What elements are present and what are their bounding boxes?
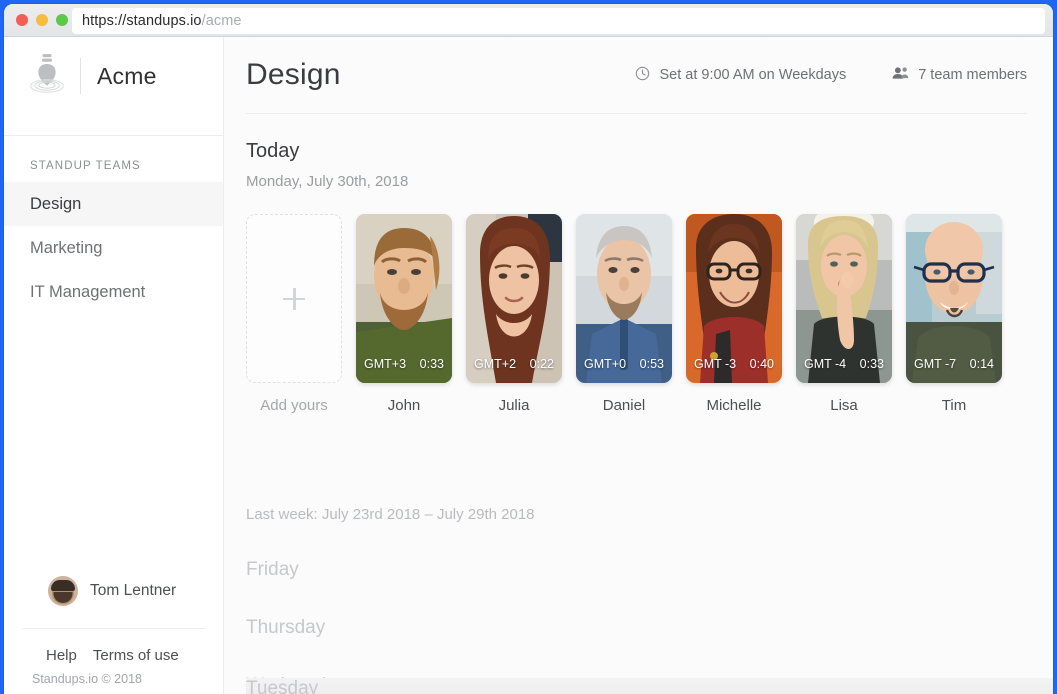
- standup-entry-john: GMT+3 0:33 John: [356, 214, 452, 414]
- standup-tiles: Add yours GMT+3 0:33 John GMT+2 0:22 Jul…: [246, 190, 1053, 414]
- sidebar-item-label: Marketing: [30, 238, 103, 257]
- timezone-label: GMT+0: [584, 357, 627, 371]
- team-members-info[interactable]: 7 team members: [892, 66, 1027, 84]
- clock-icon: [635, 66, 650, 85]
- maximize-window-button[interactable]: [56, 14, 68, 26]
- entry-name: Tim: [941, 397, 967, 414]
- team-members-label: 7 team members: [918, 67, 1027, 83]
- minimize-window-button[interactable]: [36, 14, 48, 26]
- standup-entry-daniel: GMT+0 0:53 Daniel: [576, 214, 672, 414]
- video-thumbnail[interactable]: GMT -4 0:33: [796, 214, 892, 383]
- schedule-info[interactable]: Set at 9:00 AM on Weekdays: [635, 66, 846, 85]
- video-thumbnail[interactable]: GMT -7 0:14: [906, 214, 1002, 383]
- sidebar-footer: Tom Lentner Help Terms of use Standups.i…: [4, 576, 223, 694]
- url-host: https://standups.io: [82, 13, 202, 29]
- last-week-label: Last week: July 23rd 2018 – July 29th 20…: [246, 506, 535, 523]
- duration-label: 0:33: [419, 357, 444, 371]
- video-overlay: GMT -3 0:40: [686, 349, 782, 383]
- duration-label: 0:33: [859, 357, 884, 371]
- sidebar-item-label: Design: [30, 194, 82, 213]
- current-user-name: Tom Lentner: [90, 582, 177, 599]
- day-row-friday[interactable]: Friday: [246, 523, 1053, 581]
- timezone-label: GMT -3: [694, 357, 737, 371]
- standups-ripple-logo-icon: [28, 52, 66, 101]
- browser-window: https://standups.io/acme Acme STANDUP TE…: [4, 4, 1053, 694]
- duration-label: 0:22: [529, 357, 554, 371]
- duration-label: 0:53: [639, 357, 664, 371]
- sidebar-section-heading: STANDUP TEAMS: [30, 160, 141, 172]
- video-overlay: GMT+0 0:53: [576, 349, 672, 383]
- video-overlay: GMT+2 0:22: [466, 349, 562, 383]
- page-header: Design Set at 9:00 AM on Weekdays 7 team…: [246, 37, 1053, 113]
- url-path: /acme: [201, 13, 242, 29]
- day-row-tuesday-partial[interactable]: Tuesday: [246, 678, 1053, 694]
- video-thumbnail[interactable]: GMT -3 0:40: [686, 214, 782, 383]
- footer-links: Help Terms of use: [4, 629, 223, 672]
- add-yours-button[interactable]: [246, 214, 342, 383]
- main-content: Design Set at 9:00 AM on Weekdays 7 team…: [224, 37, 1053, 694]
- people-icon: [892, 66, 909, 84]
- copyright-text: Standups.io © 2018: [32, 672, 142, 686]
- day-row-tuesday-label: Tuesday: [246, 678, 319, 694]
- add-yours-label: Add yours: [260, 397, 328, 414]
- address-bar[interactable]: https://standups.io/acme: [72, 8, 1045, 34]
- close-window-button[interactable]: [16, 14, 28, 26]
- plus-icon: [283, 287, 305, 310]
- today-date: Monday, July 30th, 2018: [246, 173, 409, 190]
- app-root: Acme STANDUP TEAMS Design Marketing IT M…: [4, 37, 1053, 694]
- page-title: Design: [246, 58, 341, 91]
- video-overlay: GMT -4 0:33: [796, 349, 892, 383]
- day-row-thursday[interactable]: Thursday: [246, 581, 1053, 639]
- entry-name: Julia: [498, 397, 530, 414]
- add-yours-column: Add yours: [246, 214, 342, 414]
- video-thumbnail[interactable]: GMT+0 0:53: [576, 214, 672, 383]
- avatar: [48, 576, 78, 606]
- entry-name: John: [387, 397, 421, 414]
- timezone-label: GMT+2: [474, 357, 517, 371]
- standup-entry-julia: GMT+2 0:22 Julia: [466, 214, 562, 414]
- standup-entry-tim: GMT -7 0:14 Tim: [906, 214, 1002, 414]
- entry-name: Michelle: [706, 397, 762, 414]
- duration-label: 0:14: [969, 357, 994, 371]
- sidebar: Acme STANDUP TEAMS Design Marketing IT M…: [4, 37, 224, 694]
- timezone-label: GMT -7: [914, 357, 957, 371]
- brand-divider: [80, 58, 81, 94]
- timezone-label: GMT -4: [804, 357, 847, 371]
- duration-label: 0:40: [749, 357, 774, 371]
- today-heading: Today: [246, 140, 300, 162]
- sidebar-item-it-management[interactable]: IT Management: [4, 270, 223, 314]
- sidebar-item-design[interactable]: Design: [4, 182, 223, 226]
- help-link[interactable]: Help: [46, 647, 77, 664]
- traffic-light-buttons: [16, 14, 68, 26]
- schedule-label: Set at 9:00 AM on Weekdays: [659, 67, 847, 83]
- header-meta: Set at 9:00 AM on Weekdays 7 team member…: [635, 66, 1027, 85]
- browser-titlebar: https://standups.io/acme: [4, 4, 1053, 37]
- video-overlay: GMT+3 0:33: [356, 349, 452, 383]
- brand-header[interactable]: Acme: [4, 37, 223, 115]
- video-thumbnail[interactable]: GMT+3 0:33: [356, 214, 452, 383]
- standup-entry-michelle: GMT -3 0:40 Michelle: [686, 214, 782, 414]
- timezone-label: GMT+3: [364, 357, 407, 371]
- entry-name: Daniel: [602, 397, 646, 414]
- entry-name: Lisa: [830, 397, 858, 414]
- video-thumbnail[interactable]: GMT+2 0:22: [466, 214, 562, 383]
- sidebar-item-label: IT Management: [30, 282, 146, 301]
- terms-of-use-link[interactable]: Terms of use: [93, 647, 179, 664]
- standup-entry-lisa: GMT -4 0:33 Lisa: [796, 214, 892, 414]
- sidebar-item-marketing[interactable]: Marketing: [4, 226, 223, 270]
- window-border-highlight: https://standups.io/acme Acme STANDUP TE…: [0, 0, 1057, 694]
- video-overlay: GMT -7 0:14: [906, 349, 1002, 383]
- brand-name: Acme: [97, 62, 157, 89]
- avatar-hair: [51, 579, 75, 591]
- current-user[interactable]: Tom Lentner: [4, 576, 223, 628]
